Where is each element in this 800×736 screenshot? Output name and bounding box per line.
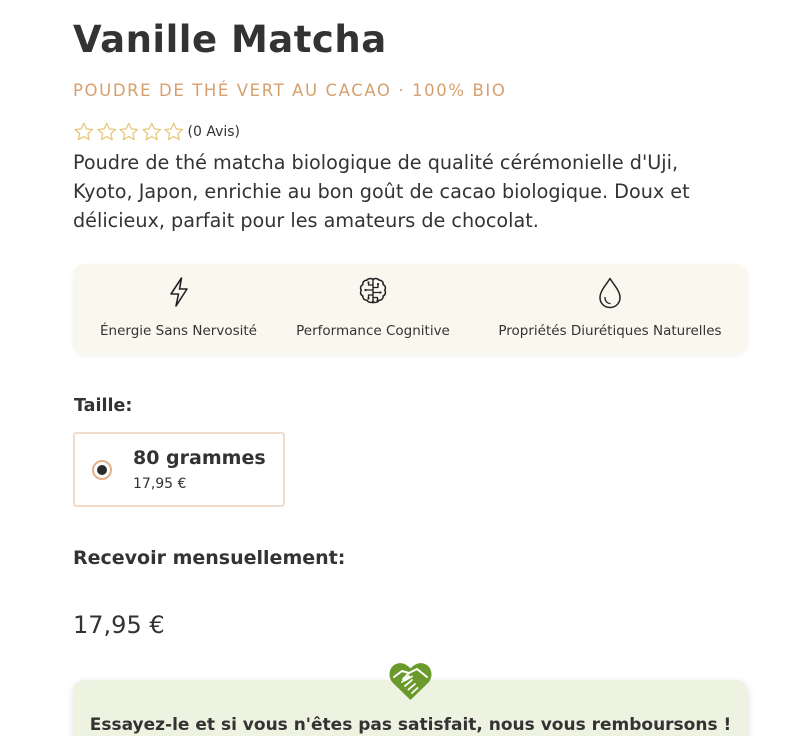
star-icon <box>141 122 161 141</box>
features-panel: Énergie Sans Nervosité Performance Cogni… <box>73 264 748 355</box>
size-option-80g[interactable]: 80 grammes 17,95 € <box>73 432 285 507</box>
subscription-label: Recevoir mensuellement: <box>73 547 346 569</box>
size-label: Taille: <box>74 396 133 416</box>
product-subtitle: POUDRE DE THÉ VERT AU CACAO · 100% BIO <box>73 81 507 100</box>
size-radio[interactable] <box>92 460 112 480</box>
feature-energy: Énergie Sans Nervosité <box>86 264 271 355</box>
size-option-price: 17,95 € <box>133 476 187 492</box>
star-icon <box>164 122 184 141</box>
feature-cognitive: Performance Cognitive <box>283 264 463 355</box>
product-title: Vanille Matcha <box>73 18 387 61</box>
feature-label: Performance Cognitive <box>296 323 450 339</box>
star-icon <box>119 122 139 141</box>
brain-icon <box>359 277 387 304</box>
water-drop-icon <box>599 277 621 309</box>
radio-selected-dot <box>97 465 107 475</box>
star-icon <box>74 122 94 141</box>
heart-handshake-icon <box>389 663 432 700</box>
feature-label: Énergie Sans Nervosité <box>100 323 257 339</box>
lightning-icon <box>169 277 188 307</box>
size-option-name: 80 grammes <box>133 447 266 469</box>
rating[interactable]: (0 Avis) <box>73 121 240 143</box>
guarantee-text: Essayez-le et si vous n'êtes pas satisfa… <box>89 715 732 735</box>
review-count[interactable]: (0 Avis) <box>188 124 241 140</box>
star-rating <box>73 121 186 143</box>
feature-label: Propriétés Diurétiques Naturelles <box>498 323 722 339</box>
feature-diuretic: Propriétés Diurétiques Naturelles <box>485 264 735 355</box>
product-description: Poudre de thé matcha biologique de quali… <box>73 151 690 232</box>
star-icon <box>96 122 116 141</box>
product-price: 17,95 € <box>73 611 165 639</box>
